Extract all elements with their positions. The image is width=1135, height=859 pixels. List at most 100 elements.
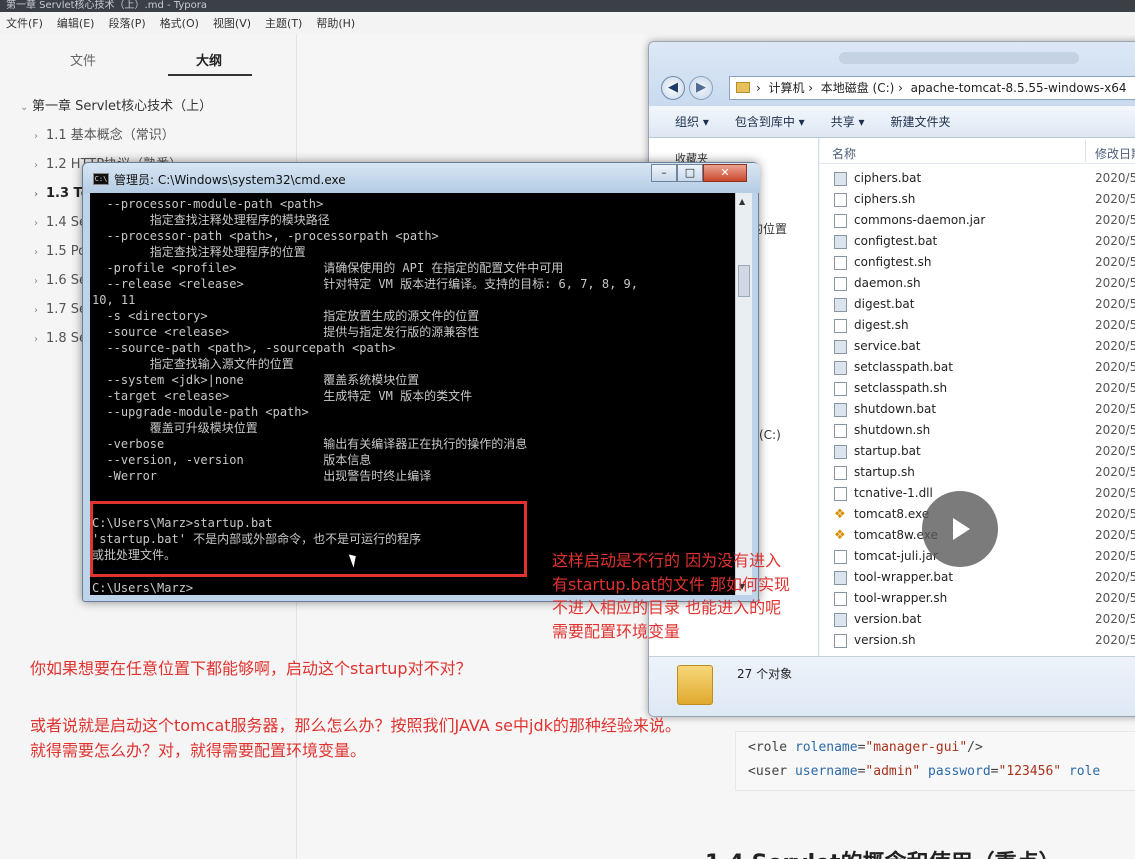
annotation-line: 这样启动是不行的 因为没有进入 [552,551,782,570]
file-row[interactable]: setclasspath.sh 2020/5 [820,378,1135,399]
chevron-right-icon[interactable]: › [34,325,46,353]
file-date: 2020/5 [1095,570,1135,584]
console-output[interactable]: --processor-module-path <path> 指定查找注释处理程… [90,193,735,595]
cmd-app-icon: C:\ [93,173,109,185]
menu-edit[interactable]: 编辑(E) [55,15,97,31]
file-name: digest.bat [854,297,915,311]
close-button[interactable]: ✕ [703,164,747,182]
file-row[interactable]: digest.sh 2020/5 [820,315,1135,336]
file-name: setclasspath.sh [854,381,948,395]
console-line: 指定查找注释处理程序的位置 [92,245,306,259]
chevron-right-icon[interactable]: › [34,209,46,237]
file-row[interactable]: daemon.sh 2020/5 [820,273,1135,294]
back-arrow-icon[interactable]: ◀ [661,76,685,100]
code-attr: rolename [794,740,858,755]
file-name: tool-wrapper.bat [854,570,954,584]
menu-help[interactable]: 帮助(H) [314,15,357,31]
annotation-note: 这样启动是不行的 因为没有进入 有startup.bat的文件 那如何实现 不进… [552,549,790,643]
column-separator[interactable] [1085,140,1086,162]
new-folder-button[interactable]: 新建文件夹 [891,113,951,130]
file-name: configtest.sh [854,255,932,269]
console-line: -s <directory> 指定放置生成的源文件的位置 [92,309,480,323]
file-icon [834,277,847,291]
folder-icon [736,82,750,93]
chevron-right-icon[interactable]: › [34,296,46,324]
organize-button[interactable]: 组织 ▾ [675,113,709,130]
file-name: ciphers.sh [854,192,916,206]
file-row[interactable]: configtest.bat 2020/5 [820,231,1135,252]
forward-arrow-icon[interactable]: ▶ [689,76,713,100]
file-date: 2020/5 [1095,402,1135,416]
file-name: tomcat8.exe [854,507,930,521]
file-row[interactable]: version.bat 2020/5 [820,609,1135,630]
nav-drive-c[interactable]: (C:) [759,428,781,442]
scrollbar-thumb[interactable] [738,265,750,297]
file-row[interactable]: commons-daemon.jar 2020/5 [820,210,1135,231]
file-icon [834,466,847,480]
scroll-up-icon[interactable]: ▲ [739,197,745,206]
outline-label: 1.1 基本概念（常识） [46,128,175,143]
breadcrumb-folder[interactable]: apache-tomcat-8.5.55-windows-x64 [911,81,1127,95]
tab-outline[interactable]: 大纲 [196,50,222,69]
column-date[interactable]: 修改日期 [1095,145,1135,162]
chevron-right-icon[interactable]: › [34,267,46,295]
menu-view[interactable]: 视图(V) [211,15,253,31]
file-icon [834,193,847,207]
file-row[interactable]: shutdown.bat 2020/5 [820,399,1135,420]
file-row[interactable]: tool-wrapper.sh 2020/5 [820,588,1135,609]
file-icon [834,634,847,648]
outline-label: 1.5 Po [46,244,87,259]
menu-file[interactable]: 文件(F) [4,15,45,31]
file-icon [834,256,847,270]
tab-files[interactable]: 文件 [70,50,96,69]
file-row[interactable]: ciphers.bat 2020/5 [820,168,1135,189]
play-button[interactable] [922,491,998,567]
chevron-right-icon[interactable]: › [34,151,46,179]
console-line: -verbose 输出有关编译器正在执行的操作的消息 [92,437,528,451]
menu-format[interactable]: 格式(O) [158,15,201,31]
breadcrumb-computer[interactable]: 计算机 [768,81,804,95]
file-row[interactable]: configtest.sh 2020/5 [820,252,1135,273]
file-list: 名称 修改日期 ciphers.bat 2020/5 ciphers.sh 2020/… [820,138,1135,656]
file-row[interactable]: ciphers.sh 2020/5 [820,189,1135,210]
menu-theme[interactable]: 主题(T) [263,15,304,31]
file-row[interactable]: tool-wrapper.bat 2020/5 [820,567,1135,588]
code-tag: <user [748,764,795,779]
file-date: 2020/5 [1095,234,1135,248]
file-row[interactable]: startup.bat 2020/5 [820,441,1135,462]
file-name: configtest.bat [854,234,938,248]
file-row[interactable]: version.sh 2020/5 [820,630,1135,651]
file-icon [834,172,847,186]
chevron-right-icon[interactable]: › [34,122,46,150]
file-row[interactable]: startup.sh 2020/5 [820,462,1135,483]
share-button[interactable]: 共享 ▾ [831,113,865,130]
outline-label: 1.6 Se [46,273,88,288]
file-date: 2020/5 [1095,612,1135,626]
chevron-right-icon[interactable]: › [34,238,46,266]
breadcrumb-drive[interactable]: 本地磁盘 (C:) [821,81,895,95]
outline-item[interactable]: › 1.1 基本概念（常识） [0,121,297,150]
cmd-titlebar[interactable]: C:\ 管理员: C:\Windows\system32\cmd.exe – □… [83,163,760,193]
outline-item-root[interactable]: ⌄ 第一章 Servlet核心技术（上） [0,92,297,121]
menu-paragraph[interactable]: 段落(P) [106,15,147,31]
column-name[interactable]: 名称 [832,145,856,162]
maximize-button[interactable]: □ [677,164,703,182]
address-bar[interactable]: › 计算机 › 本地磁盘 (C:) › apache-tomcat-8.5.55… [729,76,1135,100]
code-attr: role [1068,764,1101,779]
chevron-down-icon[interactable]: ⌄ [20,93,32,121]
file-name: tcnative-1.dll [854,486,933,500]
file-row[interactable]: shutdown.sh 2020/5 [820,420,1135,441]
file-name: shutdown.bat [854,402,937,416]
file-row[interactable]: digest.bat 2020/5 [820,294,1135,315]
file-row[interactable]: setclasspath.bat 2020/5 [820,357,1135,378]
include-library-button[interactable]: 包含到库中 ▾ [735,113,805,130]
code-line: <user username="admin" password="123456"… [748,764,1100,779]
file-row[interactable]: service.bat 2020/5 [820,336,1135,357]
scrollbar[interactable]: ▲ ▼ [735,193,752,595]
explorer-toolbar: 组织 ▾ 包含到库中 ▾ 共享 ▾ 新建文件夹 [649,106,1135,138]
chevron-right-icon[interactable]: › [34,180,46,208]
cmd-window: C:\ 管理员: C:\Windows\system32\cmd.exe – □… [82,162,760,602]
minimize-button[interactable]: – [651,164,677,182]
outline-label: 1.8 Se [46,331,88,346]
error-line: 或批处理文件。 [92,548,177,562]
